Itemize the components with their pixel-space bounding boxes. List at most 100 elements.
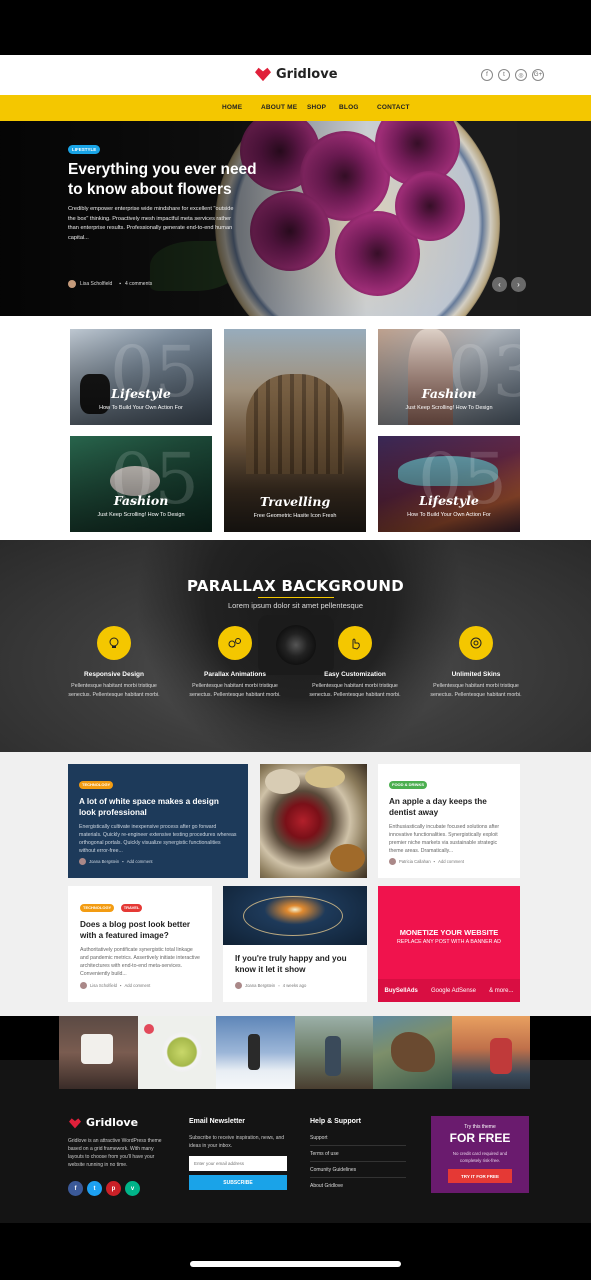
lightbulb-icon: [97, 626, 131, 660]
category-badge[interactable]: TECHNOLOGY: [80, 903, 115, 912]
support-title: Help & Support: [310, 1118, 361, 1125]
ad-link[interactable]: BuySellAds: [385, 988, 418, 994]
post-card[interactable]: FOOD & DRINKS An apple a day keeps the d…: [378, 764, 520, 878]
hero-slider: LIFESTYLE Everything you ever need to kn…: [0, 121, 591, 316]
footer-logo-text: Gridlove: [86, 1116, 139, 1129]
newsletter-email-input[interactable]: [189, 1156, 287, 1171]
hero-meta: Lisa Scholfield ▪ 4 comments: [68, 280, 152, 288]
google-plus-icon[interactable]: G+: [532, 69, 544, 81]
strip-image[interactable]: [294, 1016, 373, 1089]
post-author[interactable]: Joana Bergstein: [245, 983, 275, 988]
strip-image[interactable]: [216, 1016, 295, 1089]
post-comments[interactable]: Add comment: [438, 859, 464, 864]
post-author[interactable]: Patricia Callahan: [399, 859, 431, 864]
mug-image: [81, 1034, 113, 1064]
footer-link-terms[interactable]: Terms of use: [310, 1146, 406, 1162]
tile-subtitle: Free Geometric Hasite Icon Fresh: [253, 513, 337, 519]
posts-grid: TECHNOLOGY A lot of white space makes a …: [0, 752, 591, 1016]
avatar: [68, 280, 76, 288]
post-card[interactable]: TECHNOLOGY TRAVEL Does a blog post look …: [68, 886, 212, 1002]
comment-icon: ▪: [119, 281, 122, 287]
post-author[interactable]: Joana Bergstein: [89, 859, 119, 864]
nav-shop[interactable]: SHOP: [307, 104, 326, 111]
post-card[interactable]: If you're truly happy and you know it le…: [223, 886, 367, 1002]
tile-title: Fashion: [113, 493, 169, 508]
footer-about-text: Gridlove is an attractive WordPress them…: [68, 1138, 162, 1168]
category-badge[interactable]: TECHNOLOGY: [79, 780, 114, 789]
slider-prev-button[interactable]: ‹: [492, 277, 507, 292]
post-author[interactable]: Lisa Scholfield: [90, 983, 117, 988]
category-tile[interactable]: 05 Lifestyle How To Build Your Own Actio…: [70, 329, 212, 425]
home-indicator[interactable]: [190, 1261, 401, 1267]
nav-contact[interactable]: CONTACT: [377, 104, 410, 111]
footer-link-support[interactable]: Support: [310, 1130, 406, 1146]
strip-image[interactable]: [451, 1016, 530, 1089]
category-tile[interactable]: 05 Fashion Just Keep Scrolling! How To D…: [70, 436, 212, 532]
category-tile[interactable]: 03 Fashion Just Keep Scrolling! How To D…: [378, 329, 520, 425]
support-links: Support Terms of use Comunity Guidelines…: [310, 1130, 410, 1193]
fruit-image: [143, 1024, 154, 1034]
category-badge[interactable]: FOOD & DRINKS: [389, 780, 427, 789]
post-title[interactable]: Does a blog post look better with a feat…: [80, 919, 200, 941]
logo-text: Gridlove: [276, 66, 338, 82]
post-comments[interactable]: Add comment: [125, 983, 151, 988]
tile-subtitle: Just Keep Scrolling! How To Design: [97, 512, 185, 518]
footer-link-guidelines[interactable]: Comunity Guidelines: [310, 1162, 406, 1178]
header-socials: f t ◎ G+: [481, 69, 544, 81]
category-tile[interactable]: Travelling Free Geometric Hasite Icon Fr…: [224, 329, 366, 532]
promo-big: FOR FREE: [449, 1131, 511, 1145]
heart-logo-icon: [255, 67, 271, 82]
light-trail-image: [243, 896, 343, 936]
twitter-icon[interactable]: t: [498, 69, 510, 81]
nav-blog[interactable]: BLOG: [339, 104, 359, 111]
banner-ad[interactable]: MONETIZE YOUR WEBSITE REPLACE ANY POST W…: [378, 886, 520, 1002]
category-tile[interactable]: 05 Lifestyle How To Build Your Own Actio…: [378, 436, 520, 532]
strip-image[interactable]: [59, 1016, 138, 1089]
hero-category-badge[interactable]: LIFESTYLE: [68, 145, 101, 154]
post-card[interactable]: TECHNOLOGY A lot of white space makes a …: [68, 764, 248, 878]
instagram-icon[interactable]: ◎: [515, 69, 527, 81]
post-title[interactable]: A lot of white space makes a design look…: [79, 796, 237, 818]
ad-link[interactable]: Google AdSense: [431, 988, 476, 994]
facebook-icon[interactable]: f: [68, 1181, 83, 1196]
category-badge[interactable]: TRAVEL: [120, 903, 143, 912]
facebook-icon[interactable]: f: [481, 69, 493, 81]
avatar: [80, 982, 87, 989]
heart-logo-icon: [69, 1117, 81, 1128]
feature-title: Unlimited Skins: [451, 671, 501, 678]
promo-small: Try this theme: [464, 1124, 496, 1130]
post-meta: Lisa Scholfield ▪ Add comment: [80, 982, 150, 989]
post-comments[interactable]: Add comment: [127, 859, 153, 864]
hero-author[interactable]: Lisa Scholfield: [80, 281, 112, 287]
hero-comments[interactable]: 4 comments: [125, 281, 152, 287]
sparkler-image: [223, 886, 367, 945]
post-date: 4 weeks ago: [282, 983, 307, 988]
footer-link-about[interactable]: About Gridlove: [310, 1178, 406, 1193]
twitter-icon[interactable]: t: [87, 1181, 102, 1196]
pinterest-icon[interactable]: p: [106, 1181, 121, 1196]
nav-about-me[interactable]: ABOUT ME: [261, 104, 297, 111]
feature-text: Pellentesque habitant morbi tristique se…: [309, 683, 401, 698]
hero-title[interactable]: Everything you ever need to know about f…: [68, 160, 268, 200]
feature-text: Pellentesque habitant morbi tristique se…: [430, 683, 522, 698]
avatar: [79, 858, 86, 865]
post-excerpt: Energistically cultivate inexpensive pro…: [79, 824, 237, 854]
post-title[interactable]: If you're truly happy and you know it le…: [235, 953, 359, 975]
strip-image[interactable]: [137, 1016, 216, 1089]
site-logo[interactable]: Gridlove: [254, 66, 338, 82]
footer-logo[interactable]: Gridlove: [68, 1116, 168, 1129]
bowl-image: [161, 1032, 202, 1072]
slider-next-button[interactable]: ›: [511, 277, 526, 292]
vine-icon[interactable]: v: [125, 1181, 140, 1196]
footer-about: Gridlove Gridlove is an attractive WordP…: [68, 1116, 168, 1196]
subscribe-button[interactable]: SUBSCRIBE: [189, 1175, 287, 1190]
palette-icon: [459, 626, 493, 660]
try-free-button[interactable]: TRY IT FOR FREE: [448, 1169, 512, 1183]
ad-link[interactable]: & more...: [489, 988, 513, 994]
post-image-card[interactable]: [260, 764, 367, 878]
strip-image[interactable]: [373, 1016, 452, 1089]
footer-newsletter: Email Newsletter Subscribe to receive in…: [189, 1118, 287, 1190]
nav-home[interactable]: HOME: [222, 104, 242, 111]
post-title[interactable]: An apple a day keeps the dentist away: [389, 796, 509, 818]
post-meta: Patricia Callahan ▪ Add comment: [389, 858, 464, 865]
